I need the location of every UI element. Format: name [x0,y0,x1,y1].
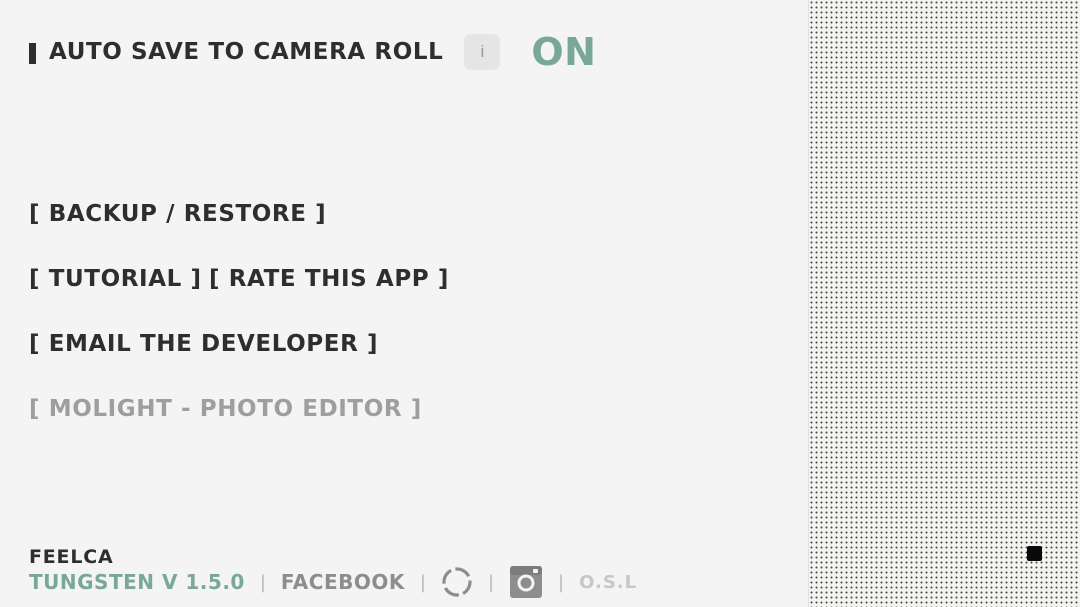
autosave-label: AUTO SAVE TO CAMERA ROLL [49,39,444,65]
autosave-toggle[interactable]: ON [531,30,596,74]
instagram-icon[interactable] [509,565,543,599]
separator: | [487,571,495,593]
square-marker-icon[interactable] [1027,546,1042,561]
facebook-link[interactable]: FACEBOOK [281,570,405,594]
email-developer-link[interactable]: [ EMAIL THE DEVELOPER ] [29,331,378,357]
separator: | [259,571,266,593]
tutorial-link[interactable]: [ TUTORIAL ] [29,266,202,292]
backup-restore-link[interactable]: [ BACKUP / RESTORE ] [29,201,326,227]
version-label: TUNGSTEN V 1.5.0 [29,570,245,594]
separator: | [558,571,565,593]
autosave-setting-row: AUTO SAVE TO CAMERA ROLL i ON [29,30,596,74]
rate-app-link[interactable]: [ RATE THIS APP ] [209,266,449,292]
molight-editor-link[interactable]: [ MOLIGHT - PHOTO EDITOR ] [29,396,422,422]
separator: | [419,571,426,593]
osl-link[interactable]: O.S.L [579,572,637,593]
bar-icon [29,42,36,64]
loader-ring-icon[interactable] [441,566,473,598]
dotted-preview-panel [808,0,1080,607]
footer-bar: TUNGSTEN V 1.5.0 | FACEBOOK | | | O.S.L [29,563,637,601]
info-button[interactable]: i [464,34,501,70]
settings-panel: AUTO SAVE TO CAMERA ROLL i ON [ BACKUP /… [0,0,808,607]
